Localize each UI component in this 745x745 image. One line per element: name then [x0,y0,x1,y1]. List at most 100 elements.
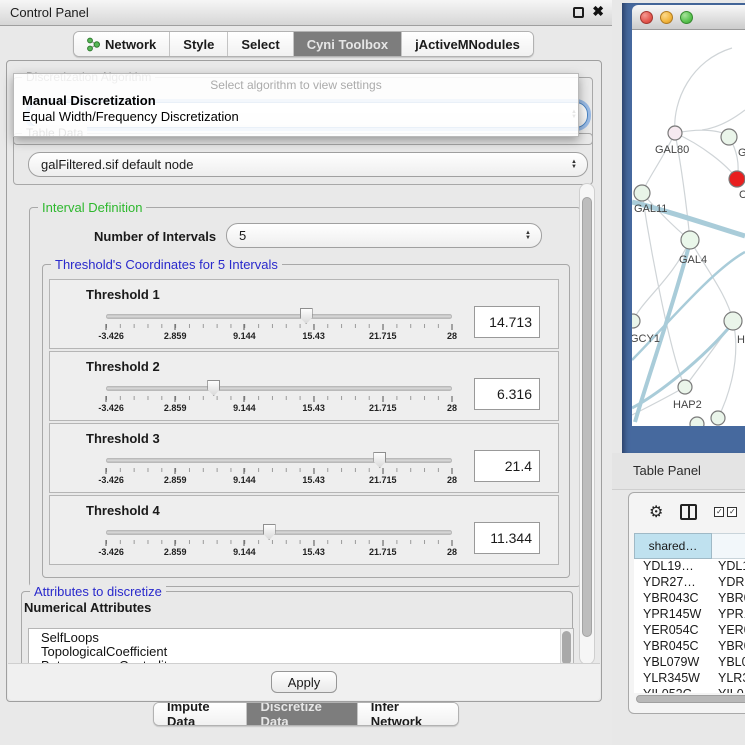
table-horizontal-scrollbar[interactable] [634,695,745,704]
checked-checkbox-icon[interactable]: ✓ [727,507,737,517]
threshold-3-panel: Threshold 3 21.4 -3.426 [49,423,559,493]
column-header-shared-name[interactable]: shared… [634,533,712,559]
table-row[interactable]: YIL052C YIL0 [634,687,745,693]
node-gal4[interactable] [681,231,699,249]
node-h[interactable] [724,312,742,330]
zoom-traffic-light[interactable] [680,11,693,24]
table-row[interactable]: YER054C YER0 [634,623,745,639]
threshold-value-field[interactable]: 14.713 [474,306,540,338]
columns-icon[interactable] [680,504,697,520]
attributes-group: Attributes to discretize Numerical Attri… [21,591,573,665]
numerical-attributes-label: Numerical Attributes [24,600,151,615]
tab-discretize-data[interactable]: Discretize Data [247,703,357,725]
slider-track[interactable] [106,386,452,391]
table-row[interactable]: YDR27… YDR2 [634,575,745,591]
network-window-titlebar [632,5,745,30]
network-icon [87,37,100,52]
dropdown-item-equal-width[interactable]: Equal Width/Frequency Discretization [14,108,578,124]
threshold-2-panel: Threshold 2 6.316 -3.426 [49,351,559,421]
close-icon[interactable]: ✖ [592,3,604,20]
settings-scrollbar-thumb[interactable] [582,197,592,637]
tab-label: jActiveMNodules [415,37,520,52]
tab-network[interactable]: Network [74,32,170,56]
node-label: GAL4 [679,254,707,266]
close-traffic-light[interactable] [640,11,653,24]
slider-handle[interactable] [263,524,276,540]
node-partial[interactable] [711,411,725,425]
table-row[interactable]: YBR045C YBR0 [634,639,745,655]
threshold-slider[interactable]: -3.426 2.859 9.144 15.43 21.715 28 [106,454,452,490]
table-panel-title: Table Panel [633,463,701,478]
numerical-attributes-list[interactable]: SelfLoops TopologicalCoefficient Between… [28,628,574,665]
list-item[interactable]: TopologicalCoefficient [29,643,573,657]
threshold-value-field[interactable]: 11.344 [474,522,540,554]
node-gal80[interactable] [668,126,682,140]
tab-label: Select [241,37,279,52]
threshold-1-panel: Threshold 1 14.713 -3.426 [49,279,559,349]
panel-title: Control Panel [10,5,89,20]
table-row[interactable]: YDL19… YDL1 [634,559,745,575]
tab-select[interactable]: Select [228,32,293,56]
threshold-value-field[interactable]: 6.316 [474,378,540,410]
tab-cyni-toolbox[interactable]: Cyni Toolbox [294,32,402,56]
table-panel-titlebar: Table Panel [612,453,745,490]
threshold-4-panel: Threshold 4 11.344 -3.426 [49,495,559,565]
table-row[interactable]: YBR043C YBR0 [634,591,745,607]
slider-tick-labels: -3.426 2.859 9.144 15.43 21.715 28 [106,403,452,415]
node-gcy1[interactable] [632,314,640,328]
table-scrollbar-thumb[interactable] [636,695,745,703]
list-scrollbar-thumb[interactable] [562,631,571,665]
list-scrollbar[interactable] [560,629,573,665]
table-data-combobox[interactable]: galFiltered.sif default node ▲▼ [28,152,588,177]
threshold-value-field[interactable]: 21.4 [474,450,540,482]
column-header-name[interactable]: n [712,533,745,559]
table-toolbar: ⚙ ✓ ✓ [629,493,745,531]
slider-handle[interactable] [207,380,220,396]
node-hap2[interactable] [678,380,692,394]
cyni-mode-tabbar: Impute Data Discretize Data Infer Networ… [153,702,459,726]
tab-impute-data[interactable]: Impute Data [154,703,247,725]
slider-track[interactable] [106,530,452,535]
slider-tick-labels: -3.426 2.859 9.144 15.43 21.715 28 [106,547,452,559]
apply-button[interactable]: Apply [271,671,337,693]
control-panel-window: Control Panel ✖ Network Style Select [0,0,612,745]
threshold-slider[interactable]: -3.426 2.859 9.144 15.43 21.715 28 [106,526,452,562]
table-row[interactable]: YLR345W YLR3 [634,671,745,687]
screen: Control Panel ✖ Network Style Select [0,0,745,745]
node-gal11[interactable] [634,185,650,201]
control-panel-titlebar: Control Panel ✖ [0,0,612,26]
tab-jactivemnodules[interactable]: jActiveMNodules [402,32,533,56]
table-row[interactable]: YBL079W YBL0 [634,655,745,671]
settings-scrollbar[interactable] [579,183,595,665]
node-label: C [739,189,745,201]
network-canvas[interactable]: GAL80 G C GAL11 GAL4 GCY1 H HAP2 [632,30,745,426]
tab-style[interactable]: Style [170,32,228,56]
tab-label: Infer Network [371,702,445,726]
threshold-label: Threshold 2 [86,359,160,374]
network-view-window: GAL80 G C GAL11 GAL4 GCY1 H HAP2 [622,3,745,454]
node-g[interactable] [721,129,737,145]
dropdown-item-manual[interactable]: Manual Discretization [14,92,578,108]
node-label: GCY1 [632,333,660,345]
slider-track[interactable] [106,458,452,463]
float-window-icon[interactable] [573,7,584,18]
slider-handle[interactable] [373,452,386,468]
node-label: GAL11 [634,203,667,215]
list-item[interactable]: SelfLoops [29,629,573,643]
node-label: GAL80 [655,144,689,156]
gear-icon[interactable]: ⚙ [649,502,663,522]
slider-track[interactable] [106,314,452,319]
table-row[interactable]: YPR145W YPR1 [634,607,745,623]
threshold-slider[interactable]: -3.426 2.859 9.144 15.43 21.715 28 [106,382,452,418]
minimize-traffic-light[interactable] [660,11,673,24]
number-of-intervals-combobox[interactable]: 5 ▲▼ [226,223,542,248]
tab-label: Discretize Data [260,702,343,726]
node-red[interactable] [729,171,745,187]
tab-infer-network[interactable]: Infer Network [358,703,458,725]
threshold-slider[interactable]: -3.426 2.859 9.144 15.43 21.715 28 [106,310,452,346]
checked-checkbox-icon[interactable]: ✓ [714,507,724,517]
group-label: Interval Definition [38,200,146,215]
node-partial[interactable] [690,417,704,426]
checkbox-icons: ✓ ✓ [714,507,737,517]
slider-handle[interactable] [300,308,313,324]
